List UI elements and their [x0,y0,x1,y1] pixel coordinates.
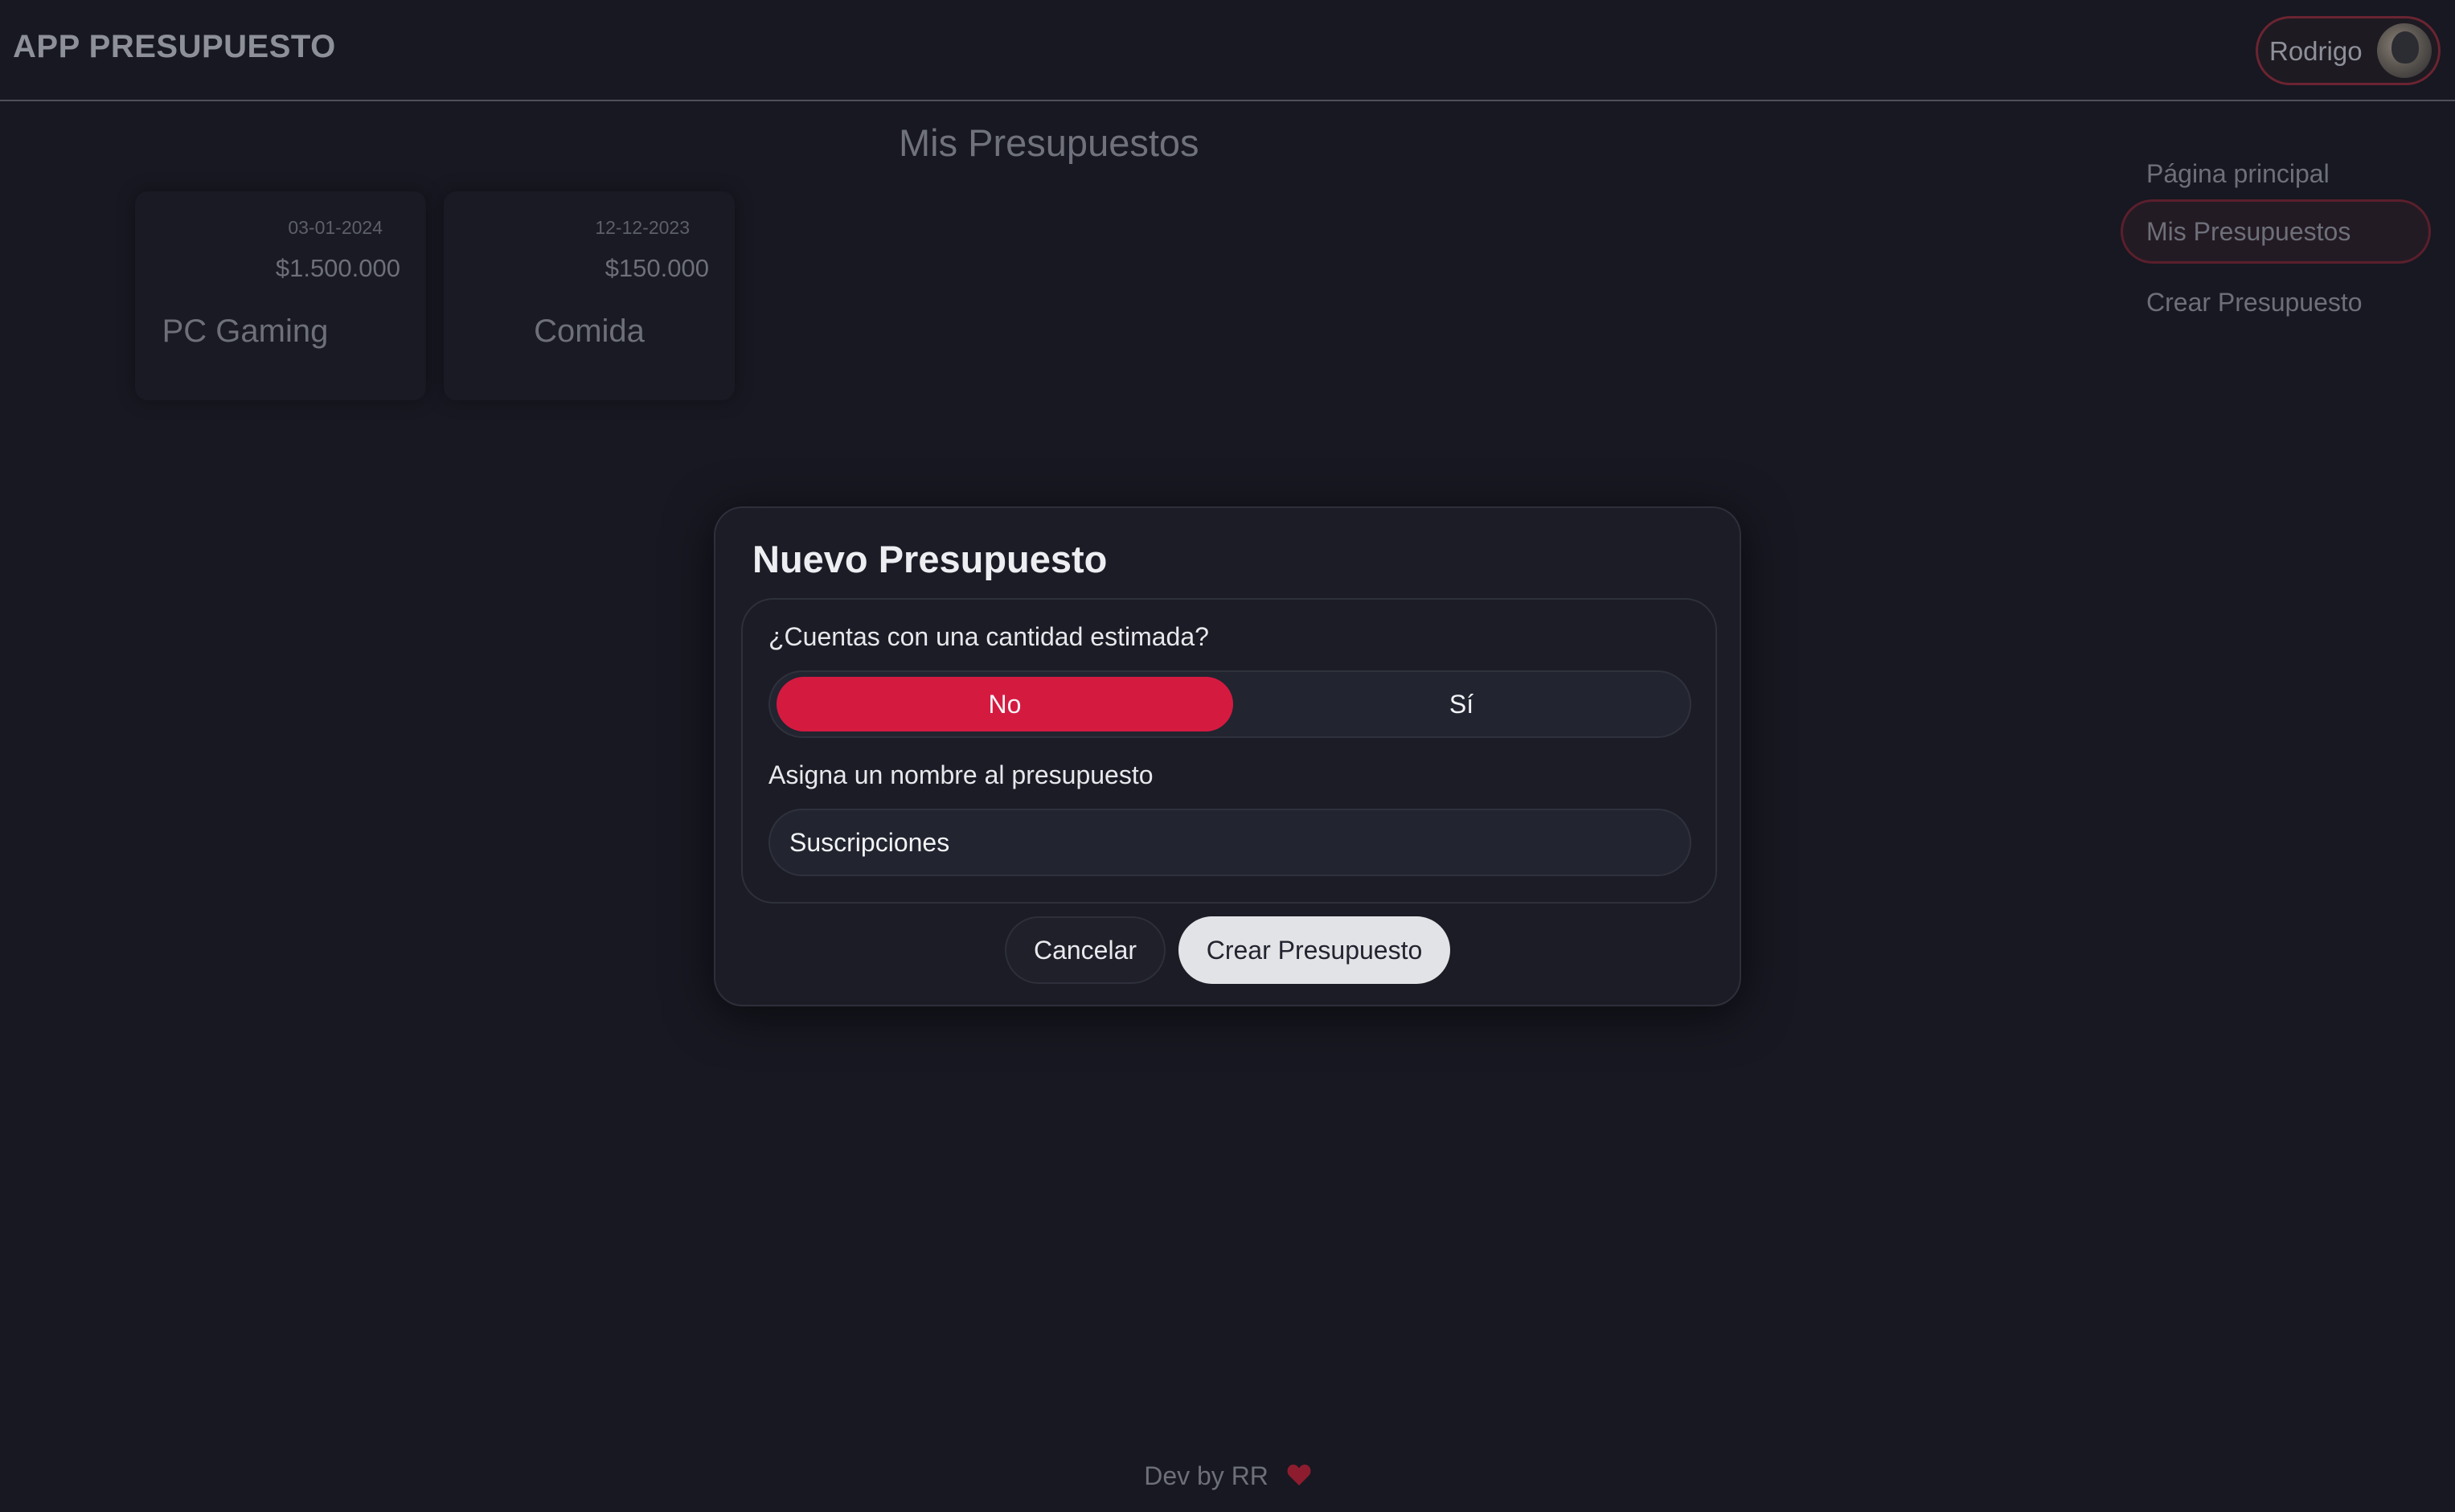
estimate-toggle: No Sí [768,670,1691,738]
toggle-option-yes[interactable]: Sí [1233,677,1690,731]
estimate-question-label: ¿Cuentas con una cantidad estimada? [768,622,1209,651]
dialog-title: Nuevo Presupuesto [752,538,1108,580]
budget-name-label: Asigna un nombre al presupuesto [768,760,1154,789]
budget-name-input[interactable] [768,809,1691,876]
toggle-option-no[interactable]: No [777,677,1233,731]
app-page: APP PRESUPUESTO Rodrigo Mis Presupuestos… [0,0,2455,1512]
new-budget-dialog: Nuevo Presupuesto ¿Cuentas con una canti… [714,506,1741,1006]
budget-form: ¿Cuentas con una cantidad estimada? No S… [741,598,1717,904]
create-budget-button[interactable]: Crear Presupuesto [1178,916,1450,984]
cancel-button[interactable]: Cancelar [1005,916,1166,984]
